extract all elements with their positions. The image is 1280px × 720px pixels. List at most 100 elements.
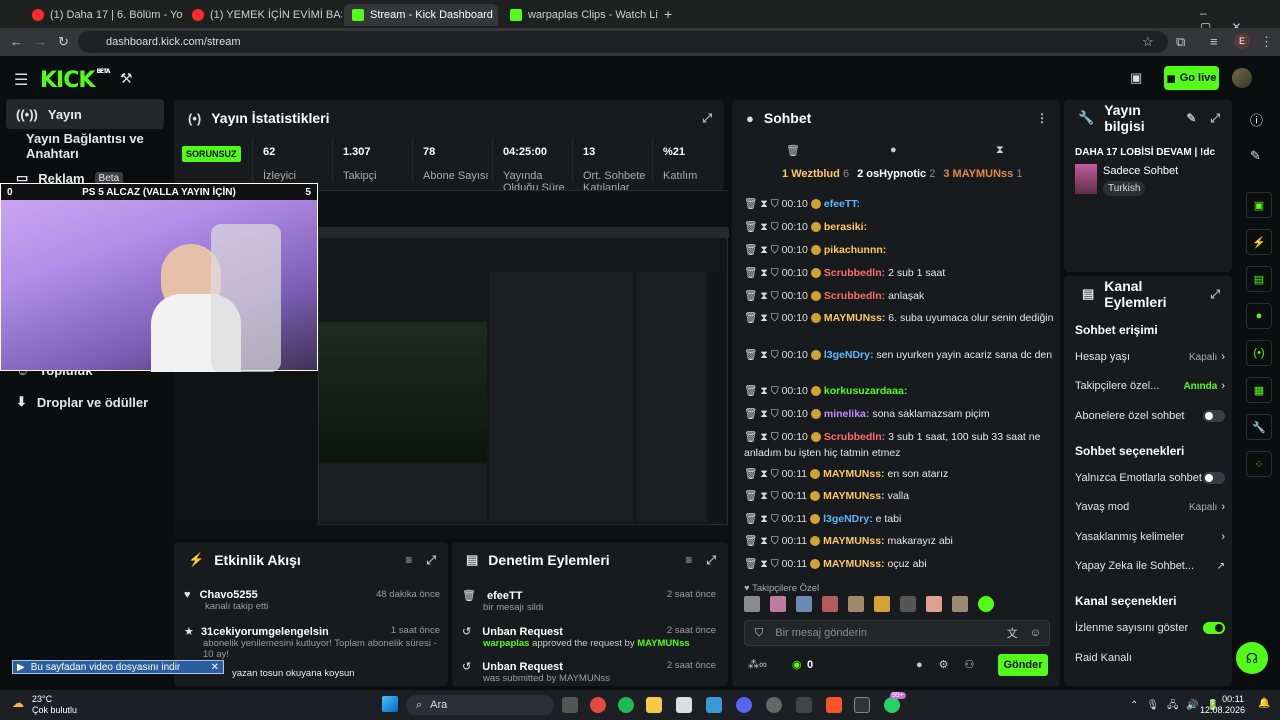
extensions-icon[interactable]: ⧉ [1176, 34, 1185, 50]
setting-ai-chat[interactable]: Yapay Zeka ile Sohbet... ↗ [1075, 560, 1225, 572]
kick-logo[interactable]: KICK BETA [40, 68, 110, 93]
delete-icon[interactable]: 🗑 [744, 312, 757, 324]
delete-icon[interactable]: 🗑 [744, 198, 757, 210]
rail-broadcast-icon[interactable]: (•) [1246, 340, 1272, 366]
notification-icon[interactable]: 🔔 [1258, 698, 1270, 709]
support-icon[interactable]: ☊ [1236, 642, 1268, 674]
timeout-icon[interactable]: ⧗ [760, 244, 767, 256]
chat-username[interactable]: l3geNDry: [824, 349, 874, 361]
delete-icon[interactable]: 🗑 [744, 431, 757, 443]
delete-icon[interactable]: 🗑 [744, 385, 757, 397]
taskbar-search[interactable]: ⌕ Ara [406, 695, 554, 715]
new-tab-icon[interactable]: + [664, 6, 672, 22]
emote[interactable] [770, 596, 786, 612]
moderation-actor[interactable]: warpaplas [483, 638, 529, 649]
setting-show-viewers[interactable]: İzlenme sayısını göster [1075, 622, 1225, 634]
emote[interactable] [900, 596, 916, 612]
setting-raid-channel[interactable]: Raid Kanalı [1075, 652, 1225, 664]
rail-moderation-icon[interactable]: ▦ [1246, 377, 1272, 403]
chat-username[interactable]: MAYMUNss: [824, 312, 885, 324]
info-icon[interactable]: ⓘ [1250, 110, 1263, 129]
app-icon[interactable] [796, 697, 812, 713]
back-icon[interactable]: ← [10, 34, 23, 49]
delete-icon[interactable]: 🗑 [744, 349, 757, 361]
reload-icon[interactable]: ↻ [58, 34, 69, 50]
chat-username[interactable]: korkusuzardaaa: [824, 385, 907, 397]
setting-emote-only[interactable]: Yalnızca Emotlarla sohbet [1075, 472, 1225, 484]
menu-dots-icon[interactable]: ⋮ [1260, 34, 1273, 50]
delete-icon[interactable]: 🗑 [744, 468, 757, 480]
delete-icon[interactable]: 🗑 [744, 490, 757, 502]
chat-username[interactable]: l3geNDry: [823, 513, 873, 525]
download-bar[interactable]: ▶ Bu sayfadan video dosyasını indir ✕ [12, 660, 224, 674]
sidebar-item-drops[interactable]: ⬇ Droplar ve ödüller [6, 387, 164, 417]
emote[interactable] [744, 596, 760, 612]
timeout-icon[interactable]: ⧗ [760, 312, 767, 324]
popout-icon[interactable]: ⤢ [426, 553, 436, 568]
emote[interactable] [926, 596, 942, 612]
browser-tab-3[interactable]: Stream - Kick Dashboard ✕ [344, 4, 498, 26]
timeout-icon[interactable]: ⧗ [760, 290, 767, 302]
app-icon[interactable] [706, 697, 722, 713]
popout-icon[interactable]: ⤢ [706, 553, 716, 568]
filter-icon[interactable]: ≡ [405, 553, 412, 568]
spotify-icon[interactable] [618, 697, 634, 713]
timeout-icon[interactable]: ⧗ [760, 558, 767, 570]
emote[interactable] [848, 596, 864, 612]
timeout-icon[interactable]: ⧗ [760, 408, 767, 420]
delete-icon[interactable]: 🗑 [744, 558, 757, 570]
close-icon[interactable]: ✕ [211, 662, 219, 673]
chrome-icon[interactable] [590, 697, 606, 713]
delete-icon[interactable]: 🗑 [744, 408, 757, 420]
filter-icon[interactable]: ≡ [685, 553, 692, 568]
edit-icon[interactable]: ✎ [1186, 111, 1196, 126]
setting-banned-words[interactable]: Yasaklanmış kelimeler › [1075, 531, 1225, 543]
timeout-icon[interactable]: ⧗ [760, 535, 767, 547]
moderation-target[interactable]: MAYMUNss [637, 638, 689, 649]
delete-icon[interactable]: 🗑 [744, 244, 757, 256]
timeout-icon[interactable]: ⧗ [760, 221, 767, 233]
emote[interactable] [952, 596, 968, 612]
chat-input[interactable]: ⛉ Bir mesaj gönderin 文 ☺ [744, 620, 1050, 646]
hourglass-icon[interactable]: ⧗ [996, 144, 1004, 157]
chat-username[interactable]: Scrubbedln: [824, 431, 885, 443]
setting-subscribers-only[interactable]: Abonelere özel sohbet [1075, 410, 1225, 422]
chat-username[interactable]: MAYMUNss: [823, 535, 884, 547]
popout-icon[interactable]: ⤢ [1210, 287, 1220, 302]
popout-icon[interactable]: ⤢ [702, 111, 712, 126]
hamburger-icon[interactable]: ☰ [14, 70, 28, 90]
chat-username[interactable]: MAYMUNss: [823, 558, 884, 570]
chat-username[interactable]: pikachunnn: [824, 244, 886, 256]
timeout-icon[interactable]: ⧗ [760, 385, 767, 397]
subscribers-only-toggle[interactable] [1203, 410, 1225, 422]
chat-username[interactable]: Scrubbedln: [824, 290, 885, 302]
rail-document-icon[interactable]: ▤ [1246, 266, 1272, 292]
discord-icon[interactable] [736, 697, 752, 713]
chat-username[interactable]: berasiki: [824, 221, 867, 233]
brave-icon[interactable] [826, 697, 842, 713]
chat-icon[interactable]: ● [890, 144, 897, 156]
timeout-icon[interactable]: ⧗ [760, 490, 767, 502]
timeout-icon[interactable]: ⧗ [760, 513, 767, 525]
sidebar-item-stream-key[interactable]: Yayın Bağlantısı ve Anahtarı [6, 131, 174, 161]
delete-icon[interactable]: 🗑 [744, 513, 757, 525]
chat-menu-icon[interactable]: ⋮ [1036, 111, 1048, 125]
creator-mode-icon[interactable]: ▣ [1130, 70, 1142, 86]
browser-tab-1[interactable]: (1) Daha 17 | 6. Bölüm - YouTube [24, 4, 182, 26]
delete-icon[interactable]: 🗑 [744, 290, 757, 302]
user-avatar[interactable] [1232, 68, 1252, 88]
chat-username[interactable]: MAYMUNss: [823, 490, 884, 502]
windows-start-icon[interactable] [382, 696, 398, 712]
emote[interactable] [822, 596, 838, 612]
rail-grid-icon[interactable]: ⁘ [1246, 451, 1272, 477]
go-live-button[interactable]: ◼ Go live [1164, 66, 1219, 90]
steam-icon[interactable] [766, 697, 782, 713]
chat-username[interactable]: Scrubbedln: [824, 267, 885, 279]
weather-widget[interactable]: 23°C Çok bulutlu [32, 694, 77, 716]
category-name[interactable]: Sadece Sohbet [1103, 165, 1178, 177]
show-viewers-toggle[interactable] [1203, 622, 1225, 634]
task-view-icon[interactable] [562, 697, 578, 713]
emote[interactable] [796, 596, 812, 612]
emote[interactable] [978, 596, 994, 612]
emote-only-toggle[interactable] [1203, 472, 1225, 484]
